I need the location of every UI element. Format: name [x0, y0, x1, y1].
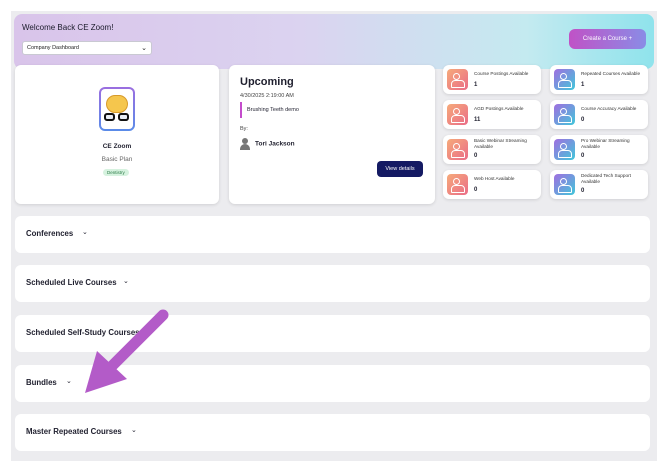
stat-card: Course Postings Available 1 [443, 65, 541, 94]
upcoming-event: Brushing Teeth demo [240, 102, 299, 118]
stat-value: 11 [474, 117, 481, 123]
stat-card: Course Accuracy Available 0 [550, 100, 648, 129]
host: Tori Jackson [240, 138, 295, 150]
stat-card: Pro Webinar Streaming Available 0 [550, 135, 648, 164]
view-details-button[interactable]: View details [377, 161, 423, 177]
users-icon [447, 174, 468, 195]
stat-card: Basic Webinar Streaming Available 0 [443, 135, 541, 164]
stat-value: 1 [474, 82, 478, 88]
chevron-down-icon[interactable]: ⌄ [82, 228, 88, 236]
section-master-repeated-courses[interactable]: Master Repeated Courses ⌄ [15, 414, 650, 451]
by-label: By: [240, 126, 248, 132]
profile-card: CE Zoom Basic Plan Dentistry [15, 65, 219, 204]
users-icon [447, 104, 468, 125]
stat-value: 0 [474, 187, 478, 193]
stat-value: 0 [581, 188, 585, 194]
chevron-down-icon[interactable]: ⌄ [123, 277, 129, 285]
glasses-icon [104, 113, 130, 121]
host-name: Tori Jackson [255, 140, 295, 148]
stat-card: Web Host Available 0 [443, 170, 541, 199]
stat-label: AGD Postings Available [474, 106, 524, 111]
chevron-down-icon[interactable]: ⌄ [66, 377, 72, 385]
welcome-banner: Welcome Back CE Zoom! Company Dashboard … [14, 14, 654, 69]
upcoming-card: Upcoming 4/30/2025 2:19:00 AM Brushing T… [229, 65, 435, 204]
users-icon [447, 139, 468, 160]
specialty-badge: Dentistry [103, 169, 129, 176]
avatar [99, 87, 135, 131]
stat-label: Course Accuracy Available [581, 106, 637, 111]
stat-label: Repeated Courses Available [581, 71, 641, 76]
dashboard-select[interactable]: Company Dashboard ⌄ [22, 41, 152, 55]
stat-label: Course Postings Available [474, 71, 529, 76]
chevron-down-icon: ⌄ [141, 45, 147, 52]
section-conferences[interactable]: Conferences ⌄ [15, 216, 650, 253]
stat-card: AGD Postings Available 11 [443, 100, 541, 129]
users-icon [554, 174, 575, 195]
section-title: Scheduled Live Courses [26, 278, 117, 287]
stat-value: 0 [581, 117, 585, 123]
section-title: Conferences [26, 229, 74, 238]
stat-label: Web Host Available [474, 176, 515, 181]
stat-label: Pro Webinar Streaming Available [581, 138, 630, 149]
welcome-text: Welcome Back CE Zoom! [22, 23, 114, 32]
dashboard-select-value: Company Dashboard [27, 45, 79, 51]
section-scheduled-live-courses[interactable]: Scheduled Live Courses ⌄ [15, 265, 650, 302]
section-title: Master Repeated Courses [26, 427, 122, 436]
users-icon [554, 104, 575, 125]
stat-value: 1 [581, 82, 585, 88]
stat-value: 0 [474, 153, 478, 159]
arrow-annotation-icon [85, 309, 169, 393]
chevron-down-icon[interactable]: ⌄ [131, 426, 137, 434]
upcoming-datetime: 4/30/2025 2:19:00 AM [240, 93, 294, 99]
profile-name: CE Zoom [102, 143, 132, 150]
stat-label: Dedicated Tech Support Available [581, 173, 631, 184]
create-course-button[interactable]: Create a Course + [569, 29, 646, 49]
profile-plan: Basic Plan [101, 156, 133, 163]
app-frame: Welcome Back CE Zoom! Company Dashboard … [11, 11, 657, 461]
users-icon [554, 69, 575, 90]
stat-card: Dedicated Tech Support Available 0 [550, 170, 648, 199]
brain-logo-icon [106, 95, 128, 113]
stat-card: Repeated Courses Available 1 [550, 65, 648, 94]
section-title: Bundles [26, 378, 57, 387]
stat-value: 0 [581, 153, 585, 159]
users-icon [554, 139, 575, 160]
upcoming-title: Upcoming [240, 76, 294, 88]
users-icon [447, 69, 468, 90]
stat-label: Basic Webinar Streaming Available [474, 138, 527, 149]
person-icon [240, 138, 250, 150]
